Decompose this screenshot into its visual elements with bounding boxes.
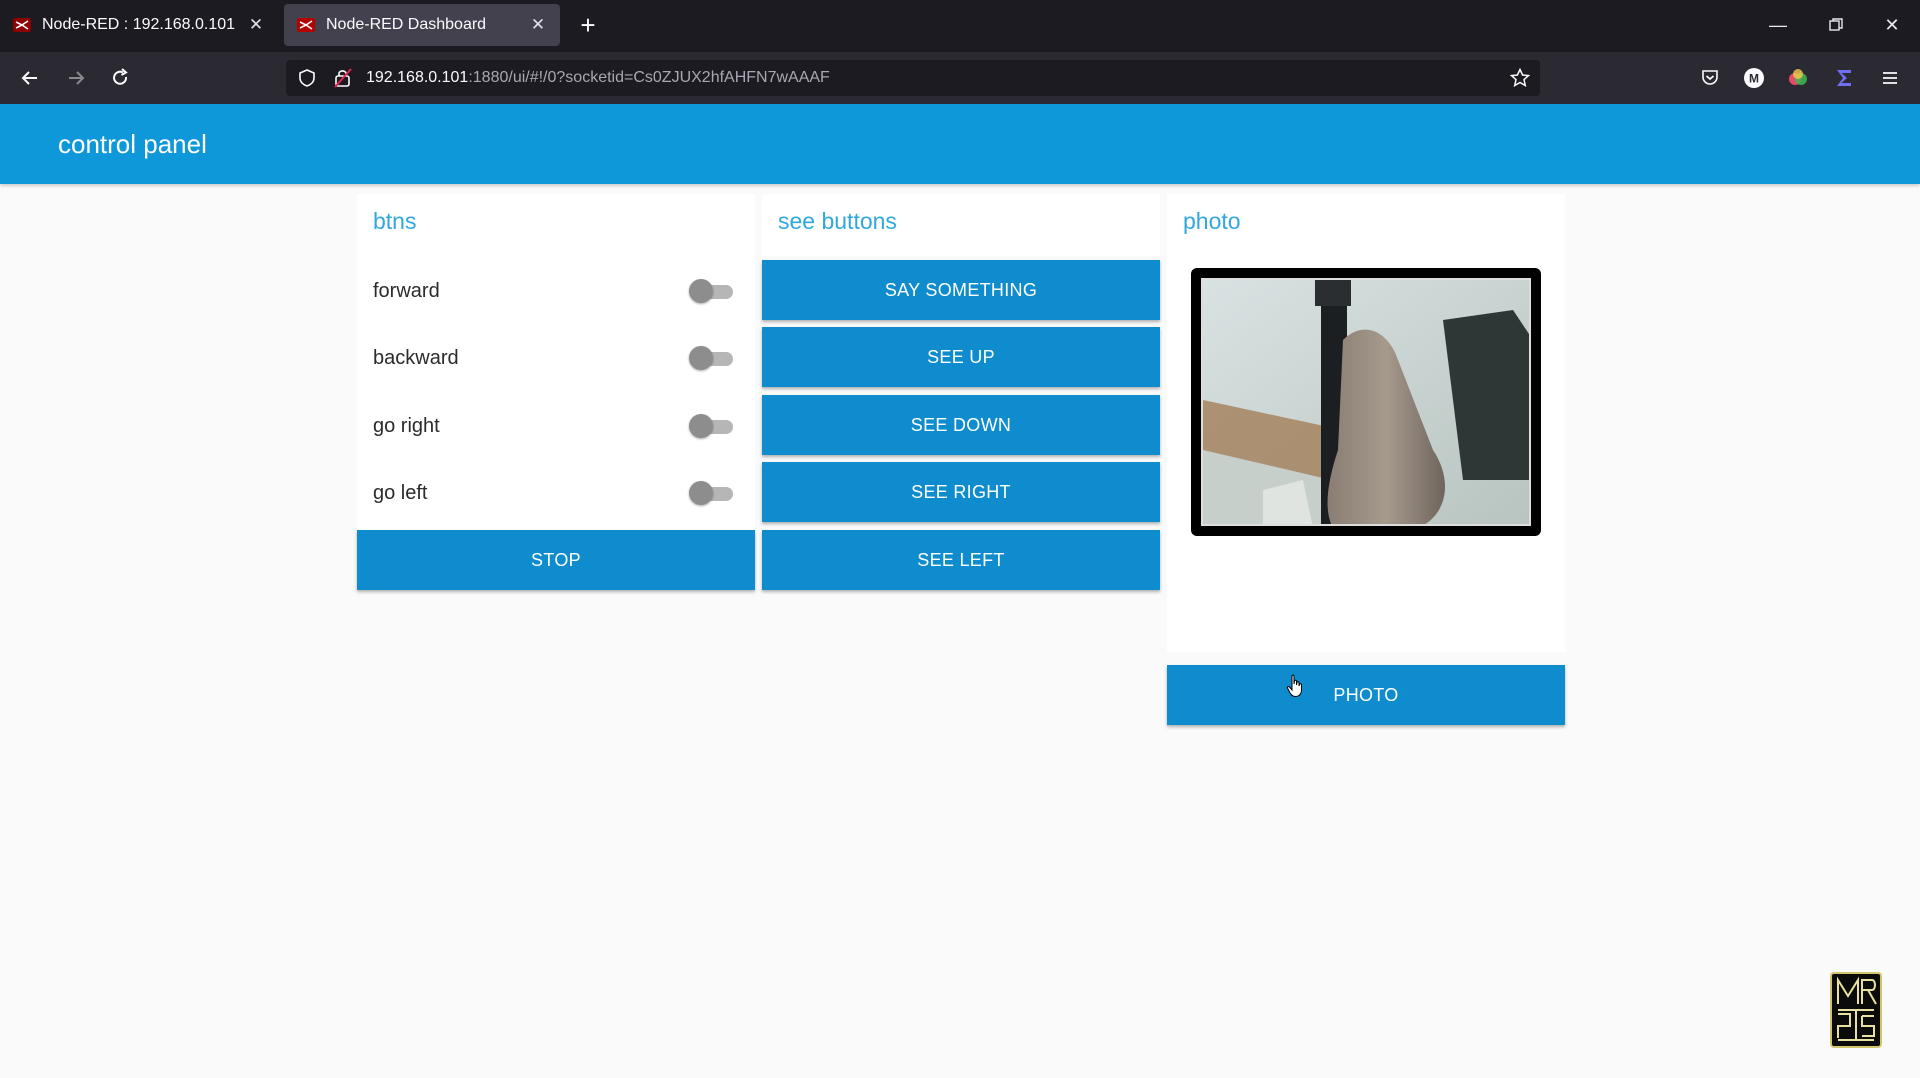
switch-row-forward[interactable]: forward (357, 261, 755, 321)
forward-toggle[interactable] (689, 279, 733, 303)
tracking-shield-icon[interactable] (298, 69, 316, 87)
url-path: :1880/ui/#!/0?socketid=Cs0ZJUX2hfAHFN7wA… (468, 69, 830, 86)
forward-arrow-icon[interactable] (60, 62, 92, 94)
close-tab-icon[interactable]: ✕ (246, 15, 266, 35)
browser-nav-bar: 192.168.0.101:1880/ui/#!/0?socketid=Cs0Z… (0, 52, 1920, 104)
tab-title: Node-RED Dashboard (326, 16, 487, 33)
reload-icon[interactable] (104, 62, 136, 94)
switch-label: forward (373, 280, 440, 302)
see-left-button[interactable]: SEE LEFT (762, 530, 1160, 590)
group-btns: btns (357, 194, 755, 588)
say-something-button[interactable]: SAY SOMETHING (762, 260, 1160, 320)
tab-node-red-editor[interactable]: Node-RED : 192.168.0.101 ✕ (0, 4, 278, 46)
go-left-toggle[interactable] (689, 481, 733, 505)
group-title: btns (373, 208, 417, 234)
stop-button[interactable]: STOP (357, 530, 755, 590)
account-avatar-icon[interactable]: M (1738, 62, 1770, 94)
backward-toggle[interactable] (689, 346, 733, 370)
switch-row-go-left[interactable]: go left (357, 463, 755, 523)
switch-row-backward[interactable]: backward (357, 328, 755, 388)
pocket-icon[interactable] (1694, 62, 1726, 94)
extension-sigma-icon[interactable] (1828, 62, 1860, 94)
close-window-icon[interactable]: ✕ (1872, 10, 1912, 40)
minimize-window-icon[interactable]: — (1758, 10, 1798, 40)
camera-photo (1201, 278, 1531, 526)
address-bar[interactable]: 192.168.0.101:1880/ui/#!/0?socketid=Cs0Z… (286, 60, 1540, 96)
see-up-button[interactable]: SEE UP (762, 327, 1160, 387)
bookmark-star-icon[interactable] (1510, 68, 1530, 88)
dashboard-header: control panel (0, 104, 1920, 184)
group-title: photo (1183, 208, 1241, 234)
back-arrow-icon[interactable] (14, 62, 46, 94)
new-tab-icon[interactable]: + (572, 10, 604, 42)
camera-photo-frame (1191, 268, 1541, 536)
group-see-buttons: see buttons (762, 194, 1160, 256)
tab-title: Node-RED : 192.168.0.101 (42, 16, 236, 33)
see-down-button[interactable]: SEE DOWN (762, 395, 1160, 455)
group-title: see buttons (778, 208, 897, 234)
switch-label: go left (373, 482, 428, 504)
svg-text:M: M (1749, 72, 1759, 86)
go-right-toggle[interactable] (689, 414, 733, 438)
insecure-lock-icon[interactable] (334, 68, 352, 88)
switch-label: backward (373, 347, 459, 369)
extension-color-icon[interactable] (1782, 62, 1814, 94)
hamburger-menu-icon[interactable] (1874, 62, 1906, 94)
photo-button[interactable]: PHOTO (1167, 665, 1565, 725)
restore-window-icon[interactable] (1816, 10, 1856, 40)
node-red-favicon (13, 18, 31, 32)
url-host: 192.168.0.101 (366, 69, 469, 86)
see-right-button[interactable]: SEE RIGHT (762, 462, 1160, 522)
browser-tab-bar: Node-RED : 192.168.0.101 ✕ Node-RED Dash… (0, 0, 1920, 52)
mr-logo-watermark (1830, 972, 1882, 1048)
close-tab-icon[interactable]: ✕ (528, 15, 548, 35)
switch-row-go-right[interactable]: go right (357, 396, 755, 456)
hand-pointer-icon (1286, 674, 1302, 698)
switch-label: go right (373, 415, 440, 437)
tab-node-red-dashboard[interactable]: Node-RED Dashboard ✕ (284, 4, 560, 46)
page-title: control panel (58, 129, 207, 159)
node-red-favicon (297, 18, 315, 32)
